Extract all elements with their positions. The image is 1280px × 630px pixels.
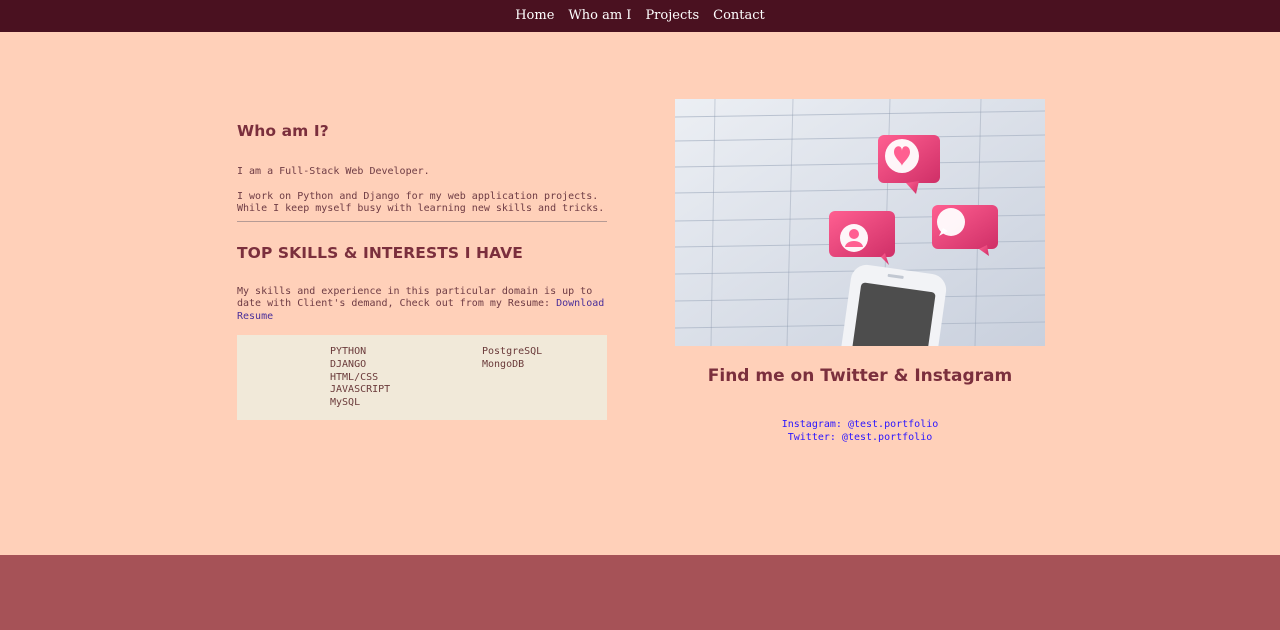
skills-description: My skills and experience in this particu… (237, 286, 607, 324)
skills-list-box: PYTHON DJANGO HTML/CSS JAVASCRIPT MySQL … (237, 335, 607, 420)
user-bubble-icon (829, 211, 895, 265)
skills-list-right: PostgreSQL MongoDB (482, 346, 542, 372)
social-title: Find me on Twitter & Instagram (707, 366, 1013, 386)
nav-projects-link[interactable]: Projects (645, 0, 699, 32)
skill-item: HTML/CSS (330, 371, 379, 383)
skill-item: MySQL (330, 397, 361, 409)
skill-item: DJANGO (330, 358, 367, 370)
nav-who-am-i-link[interactable]: Who am I (568, 0, 631, 32)
about-intro: I am a Full-Stack Web Developer. (237, 166, 430, 177)
skills-text: My skills and experience in this particu… (237, 285, 593, 310)
nav-home-link[interactable]: Home (515, 0, 554, 32)
about-detail: I work on Python and Django for my web a… (237, 190, 605, 215)
section-divider (237, 220, 607, 222)
skills-list-left: PYTHON DJANGO HTML/CSS JAVASCRIPT MySQL (330, 346, 390, 410)
nav-contact-link[interactable]: Contact (713, 0, 765, 32)
social-links: Instagram: @test.portfolio Twitter: @tes… (675, 418, 1045, 444)
social-media-illustration (675, 99, 1045, 346)
smartphone-icon (839, 264, 947, 346)
top-navbar: Home Who am I Projects Contact (0, 0, 1280, 32)
skill-item: JAVASCRIPT (330, 384, 391, 396)
speech-bubble-icon (932, 205, 998, 256)
skill-item: MongoDB (482, 358, 525, 370)
skill-item: PostgreSQL (482, 346, 543, 357)
skill-item: PYTHON (330, 346, 367, 357)
skills-title: TOP SKILLS & INTERESTS I HAVE (237, 243, 523, 262)
about-title: Who am I? (237, 122, 329, 140)
about-section: Who am I? I am a Full-Stack Web Develope… (237, 118, 607, 420)
footer-section (0, 555, 1280, 630)
instagram-link[interactable]: Instagram: @test.portfolio (675, 418, 1045, 431)
twitter-link[interactable]: Twitter: @test.portfolio (675, 431, 1045, 444)
